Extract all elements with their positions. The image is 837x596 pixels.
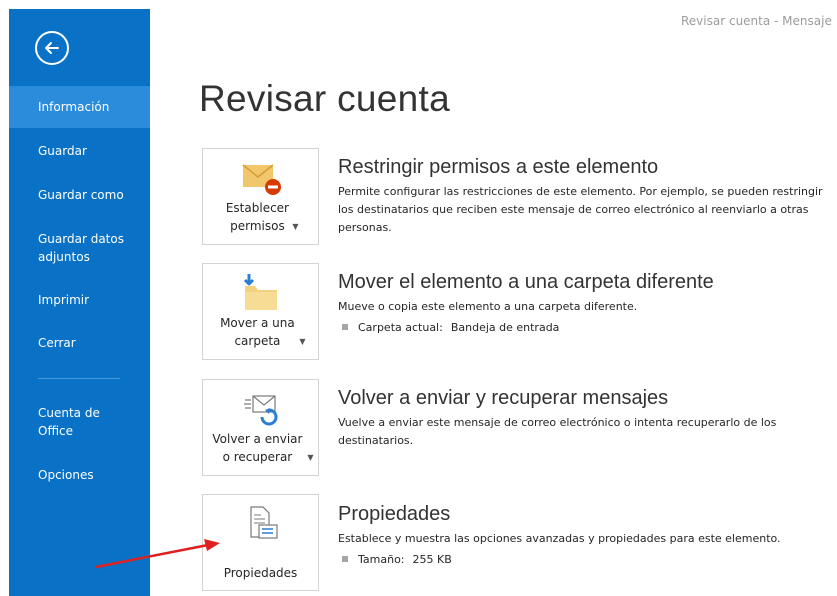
size-detail: Tamaño: 255 KB	[338, 551, 828, 569]
section-restringir-permisos: Restringir permisos a este elemento Perm…	[338, 154, 828, 237]
propiedades-label: Propiedades	[223, 566, 298, 580]
establecer-permisos-button[interactable]: Establecer permisos ▼	[202, 148, 319, 245]
sidebar-divider	[38, 378, 120, 379]
section-mover-elemento: Mover el elemento a una carpeta diferent…	[338, 269, 828, 337]
back-arrow-icon	[45, 42, 59, 54]
current-folder-detail: Carpeta actual: Bandeja de entrada	[338, 319, 828, 337]
resend-recall-icon	[244, 395, 278, 426]
nav-informacion[interactable]: Información	[9, 86, 150, 128]
section-title: Volver a enviar y recuperar mensajes	[338, 387, 669, 409]
bullet-square-icon	[342, 324, 348, 330]
back-button[interactable]	[35, 31, 69, 65]
nav-guardar[interactable]: Guardar	[9, 142, 150, 160]
nav-cerrar[interactable]: Cerrar	[9, 334, 150, 352]
nav-opciones[interactable]: Opciones	[9, 466, 150, 484]
section-volver-a-enviar: Volver a enviar y recuperar mensajes Vue…	[338, 385, 828, 450]
propiedades-button[interactable]: Propiedades	[202, 494, 319, 591]
dropdown-caret-icon: ▼	[292, 222, 299, 231]
window-title: Revisar cuenta - Mensaje	[681, 14, 832, 28]
bullet-square-icon	[342, 556, 348, 562]
nav-cuenta-de-office[interactable]: Cuenta de Office	[9, 404, 119, 440]
mover-a-una-carpeta-button[interactable]: Mover a una carpeta ▼	[202, 263, 319, 360]
establecer-permisos-label: Establecer permisos ▼	[225, 201, 299, 233]
mover-a-una-carpeta-label: Mover a una carpeta ▼	[220, 316, 306, 348]
properties-icon	[250, 506, 278, 539]
section-title: Mover el elemento a una carpeta diferent…	[338, 271, 714, 293]
nav-guardar-como[interactable]: Guardar como	[9, 186, 150, 204]
volver-a-enviar-button[interactable]: Volver a enviar o recuperar ▼	[202, 379, 319, 476]
section-propiedades: Propiedades Establece y muestra las opci…	[338, 501, 828, 569]
nav-guardar-datos-adjuntos[interactable]: Guardar datos adjuntos	[9, 230, 129, 266]
section-description: Establece y muestra las opciones avanzad…	[338, 532, 781, 545]
dropdown-caret-icon: ▼	[299, 337, 306, 346]
section-description: Permite configurar las restricciones de …	[338, 185, 823, 234]
folder-move-icon	[243, 274, 277, 310]
section-description: Mueve o copia este elemento a una carpet…	[338, 300, 638, 313]
volver-a-enviar-label: Volver a enviar o recuperar ▼	[212, 432, 314, 464]
section-title: Restringir permisos a este elemento	[338, 156, 659, 178]
section-description: Vuelve a enviar este mensaje de correo e…	[338, 416, 777, 447]
nav-imprimir[interactable]: Imprimir	[9, 291, 150, 309]
page-title: Revisar cuenta	[199, 78, 450, 119]
dropdown-caret-icon: ▼	[307, 453, 314, 462]
backstage-sidebar: Información Guardar Guardar como Guardar…	[9, 9, 150, 596]
envelope-restrict-icon	[242, 164, 281, 195]
section-title: Propiedades	[338, 503, 451, 525]
